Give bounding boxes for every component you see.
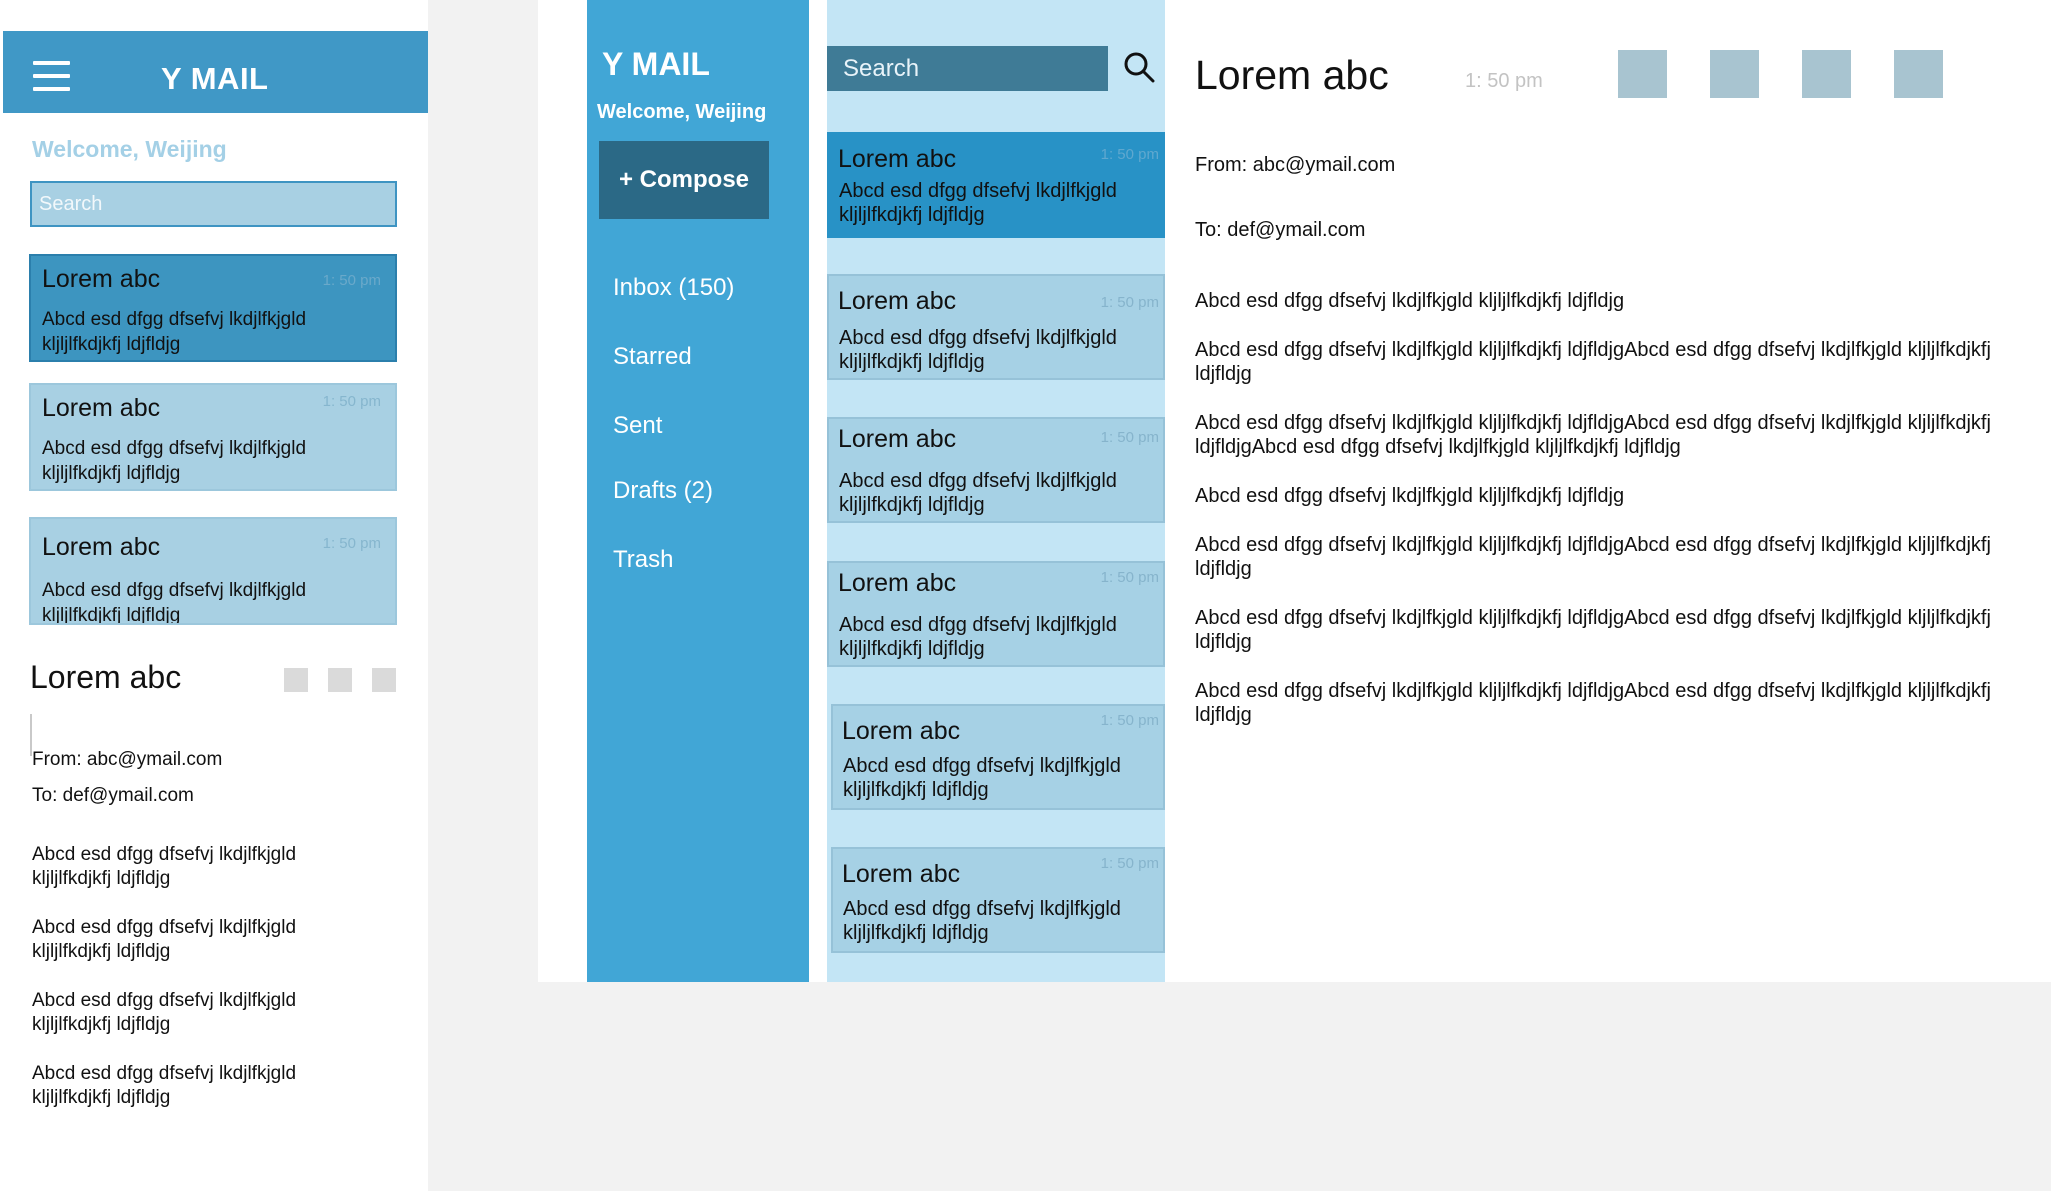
reader-action-icon[interactable] bbox=[284, 668, 308, 692]
reader-action-icon[interactable] bbox=[1618, 50, 1667, 98]
reader-paragraph: Abcd esd dfgg dfsefvj lkdjlfkjgld kljljl… bbox=[1195, 607, 1991, 653]
email-time: 1: 50 pm bbox=[1100, 146, 1159, 163]
reader-paragraph: Abcd esd dfgg dfsefvj lkdjlfkjgld kljljl… bbox=[1195, 339, 1991, 385]
email-snippet: Abcd esd dfgg dfsefvj lkdjlfkjgld kljljl… bbox=[42, 438, 307, 484]
sidebar-item-inbox[interactable]: Inbox (150) bbox=[613, 274, 734, 302]
app-logo: Y MAIL bbox=[602, 46, 710, 82]
reader-paragraph: Abcd esd dfgg dfsefvj lkdjlfkjgld kljljl… bbox=[1195, 534, 1991, 580]
email-subject: Lorem abc bbox=[838, 287, 957, 315]
email-subject: Lorem abc bbox=[42, 394, 161, 422]
email-subject: Lorem abc bbox=[838, 569, 957, 597]
reader-subject: Lorem abc bbox=[1195, 52, 1389, 98]
reader-from: From: abc@ymail.com bbox=[32, 749, 223, 770]
email-time: 1: 50 pm bbox=[1100, 855, 1159, 872]
reader-paragraph: Abcd esd dfgg dfsefvj lkdjlfkjgld kljljl… bbox=[1195, 680, 1991, 726]
sidebar-item-sent[interactable]: Sent bbox=[613, 412, 662, 440]
compose-button[interactable]: + Compose bbox=[599, 141, 769, 219]
sidebar: Y MAIL Welcome, Weijing + Compose Inbox … bbox=[587, 0, 809, 982]
reader-paragraph: Abcd esd dfgg dfsefvj lkdjlfkjgld kljljl… bbox=[32, 990, 297, 1035]
reader-paragraph: Abcd esd dfgg dfsefvj lkdjlfkjgld kljljl… bbox=[32, 1063, 297, 1108]
reader-paragraph: Abcd esd dfgg dfsefvj lkdjlfkjgld kljljl… bbox=[1195, 412, 1991, 458]
email-list-item[interactable]: Lorem abc 1: 50 pm Abcd esd dfgg dfsefvj… bbox=[831, 704, 1165, 810]
email-subject: Lorem abc bbox=[842, 717, 961, 745]
sidebar-item-trash[interactable]: Trash bbox=[613, 546, 673, 574]
email-list-item[interactable]: Lorem abc 1: 50 pm Abcd esd dfgg dfsefvj… bbox=[831, 847, 1165, 953]
reader-paragraph: Abcd esd dfgg dfsefvj lkdjlfkjgld kljljl… bbox=[32, 917, 297, 962]
reader-action-icon[interactable] bbox=[372, 668, 396, 692]
welcome-text: Welcome, Weijing bbox=[32, 136, 227, 162]
reader-to: To: def@ymail.com bbox=[32, 785, 194, 806]
search-input[interactable] bbox=[30, 181, 397, 227]
email-snippet: Abcd esd dfgg dfsefvj lkdjlfkjgld kljljl… bbox=[839, 327, 1117, 373]
email-list-item[interactable]: Lorem abc 1: 50 pm Abcd esd dfgg dfsefvj… bbox=[827, 274, 1165, 380]
email-snippet: Abcd esd dfgg dfsefvj lkdjlfkjgld kljljl… bbox=[839, 180, 1117, 226]
reading-pane: Lorem abc 1: 50 pm From: abc@ymail.com T… bbox=[1165, 0, 2051, 982]
search-icon[interactable] bbox=[1122, 50, 1156, 84]
reader-subject: Lorem abc bbox=[30, 659, 182, 695]
reader-paragraph: Abcd esd dfgg dfsefvj lkdjlfkjgld kljljl… bbox=[1195, 290, 1625, 312]
email-time: 1: 50 pm bbox=[1100, 712, 1159, 729]
email-time: 1: 50 pm bbox=[1100, 569, 1159, 586]
email-list-pane: Lorem abc 1: 50 pm Abcd esd dfgg dfsefvj… bbox=[827, 0, 1165, 982]
email-snippet: Abcd esd dfgg dfsefvj lkdjlfkjgld kljljl… bbox=[839, 470, 1117, 516]
reader-from: From: abc@ymail.com bbox=[1195, 154, 1396, 176]
email-snippet: Abcd esd dfgg dfsefvj lkdjlfkjgld kljljl… bbox=[843, 755, 1121, 801]
email-snippet: Abcd esd dfgg dfsefvj lkdjlfkjgld kljljl… bbox=[42, 309, 307, 355]
email-list-item[interactable]: Lorem abc 1: 50 pm Abcd esd dfgg dfsefvj… bbox=[29, 254, 397, 362]
email-list-item[interactable]: Lorem abc 1: 50 pm Abcd esd dfgg dfsefvj… bbox=[29, 383, 397, 491]
reader-action-icon[interactable] bbox=[1894, 50, 1943, 98]
reader-time: 1: 50 pm bbox=[1465, 70, 1543, 92]
reader-action-icon[interactable] bbox=[1802, 50, 1851, 98]
email-list-item[interactable]: Lorem abc 1: 50 pm Abcd esd dfgg dfsefvj… bbox=[827, 417, 1165, 523]
email-list-item[interactable]: Lorem abc 1: 50 pm Abcd esd dfgg dfsefvj… bbox=[827, 561, 1165, 667]
email-time: 1: 50 pm bbox=[1100, 294, 1159, 311]
welcome-text: Welcome, Weijing bbox=[597, 101, 767, 123]
hamburger-icon[interactable] bbox=[33, 61, 70, 91]
reader-paragraph: Abcd esd dfgg dfsefvj lkdjlfkjgld kljljl… bbox=[32, 844, 297, 889]
reader-action-icon[interactable] bbox=[1710, 50, 1759, 98]
email-snippet: Abcd esd dfgg dfsefvj lkdjlfkjgld kljljl… bbox=[843, 898, 1121, 944]
email-subject: Lorem abc bbox=[842, 860, 961, 888]
email-time: 1: 50 pm bbox=[322, 272, 381, 289]
email-snippet: Abcd esd dfgg dfsefvj lkdjlfkjgld kljljl… bbox=[42, 580, 307, 625]
email-time: 1: 50 pm bbox=[1100, 429, 1159, 446]
reader-action-icon[interactable] bbox=[328, 668, 352, 692]
email-time: 1: 50 pm bbox=[322, 535, 381, 552]
mobile-mockup: Y MAIL Welcome, Weijing Lorem abc 1: 50 … bbox=[0, 0, 428, 1191]
sidebar-item-starred[interactable]: Starred bbox=[613, 343, 692, 371]
email-time: 1: 50 pm bbox=[322, 393, 381, 410]
email-subject: Lorem abc bbox=[42, 533, 161, 561]
email-subject: Lorem abc bbox=[42, 265, 161, 293]
email-list-item[interactable]: Lorem abc 1: 50 pm Abcd esd dfgg dfsefvj… bbox=[29, 517, 397, 625]
email-list-item[interactable]: Lorem abc 1: 50 pm Abcd esd dfgg dfsefvj… bbox=[827, 132, 1165, 238]
email-subject: Lorem abc bbox=[838, 145, 957, 173]
desktop-mockup: Y MAIL Welcome, Weijing + Compose Inbox … bbox=[538, 0, 2051, 982]
sidebar-item-drafts[interactable]: Drafts (2) bbox=[613, 477, 713, 505]
reader-to: To: def@ymail.com bbox=[1195, 219, 1366, 241]
app-logo: Y MAIL bbox=[161, 61, 269, 96]
reader-paragraph: Abcd esd dfgg dfsefvj lkdjlfkjgld kljljl… bbox=[1195, 485, 1625, 507]
email-subject: Lorem abc bbox=[838, 425, 957, 453]
search-input[interactable] bbox=[827, 46, 1108, 91]
email-snippet: Abcd esd dfgg dfsefvj lkdjlfkjgld kljljl… bbox=[839, 614, 1117, 660]
mobile-header: Y MAIL bbox=[3, 31, 428, 113]
